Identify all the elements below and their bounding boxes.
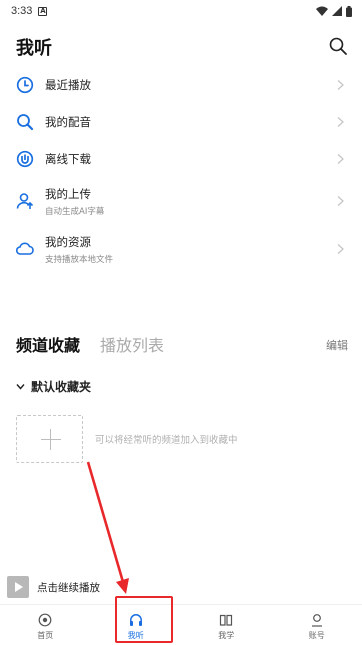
battery-icon <box>346 5 352 17</box>
plus-icon <box>41 439 61 440</box>
dubbing-search-icon <box>17 113 34 130</box>
page-title: 我听 <box>16 38 52 59</box>
menu-item-offline-download[interactable]: 离线下载 <box>0 140 362 177</box>
folder-name: 默认收藏夹 <box>31 379 92 394</box>
nav-label: 我听 <box>127 631 144 640</box>
player-text: 点击继续播放 <box>37 581 100 594</box>
nav-item-home[interactable]: 首页 <box>0 605 91 645</box>
tab-channel-favorites[interactable]: 频道收藏 <box>16 332 80 356</box>
menu-item-recent-play[interactable]: 最近播放 <box>0 66 362 103</box>
user-upload-icon <box>16 193 34 209</box>
chevron-right-icon <box>337 79 344 90</box>
menu-item-my-dubbing[interactable]: 我的配音 <box>0 103 362 140</box>
plus-icon-vertical <box>50 429 51 450</box>
download-icon <box>16 150 34 167</box>
empty-hint: 可以将经常听的频道加入到收藏中 <box>95 435 238 446</box>
wifi-icon <box>316 6 328 16</box>
menu-item-label: 最近播放 <box>45 77 91 92</box>
chevron-right-icon <box>337 244 344 254</box>
account-icon <box>311 614 322 627</box>
menu-item-label: 我的资源 <box>45 234 91 249</box>
headphones-icon <box>129 614 142 626</box>
search-icon[interactable] <box>328 36 348 56</box>
status-bar: 3:33 A <box>0 0 362 22</box>
collection-tabs: 频道收藏 播放列表 编辑 <box>16 332 348 356</box>
menu-item-my-resources[interactable]: 我的资源 支持播放本地文件 <box>0 225 362 273</box>
default-folder-header[interactable]: 默认收藏夹 <box>16 378 91 394</box>
menu-item-subtitle: 自动生成AI字幕 <box>45 206 105 217</box>
nav-label: 我学 <box>218 631 235 640</box>
menu-item-my-upload[interactable]: 我的上传 自动生成AI字幕 <box>0 177 362 225</box>
tab-playlist[interactable]: 播放列表 <box>100 332 164 356</box>
status-time: 3:33 <box>11 5 33 17</box>
nav-label: 账号 <box>308 631 325 640</box>
menu-item-label: 我的配音 <box>45 114 91 129</box>
clock-icon <box>16 76 34 93</box>
cloud-icon <box>16 242 34 255</box>
add-channel-button[interactable] <box>16 415 83 463</box>
menu-list: 最近播放 我的配音 离线下载 我的上传 自动生成AI字幕 我的资源 支持播放本地… <box>0 66 362 273</box>
chevron-down-icon <box>16 383 25 390</box>
chevron-right-icon <box>337 196 344 206</box>
home-icon <box>38 613 52 627</box>
play-icon[interactable] <box>7 576 29 598</box>
notification-icon: A <box>38 6 48 16</box>
menu-item-label: 我的上传 <box>45 186 91 201</box>
nav-item-listen[interactable]: 我听 <box>91 605 182 645</box>
chevron-right-icon <box>337 153 344 164</box>
edit-button[interactable]: 编辑 <box>326 337 348 353</box>
menu-item-label: 离线下载 <box>45 151 91 166</box>
signal-icon <box>332 6 342 16</box>
menu-item-subtitle: 支持播放本地文件 <box>45 254 114 265</box>
nav-item-learn[interactable]: 我学 <box>181 605 272 645</box>
chevron-right-icon <box>337 116 344 127</box>
nav-item-account[interactable]: 账号 <box>272 605 362 645</box>
book-icon <box>220 614 233 626</box>
nav-label: 首页 <box>37 631 54 640</box>
mini-player[interactable]: 点击继续播放 <box>0 571 362 603</box>
bottom-nav: 首页 我听 我学 账号 <box>0 604 362 645</box>
header: 我听 <box>0 30 362 64</box>
